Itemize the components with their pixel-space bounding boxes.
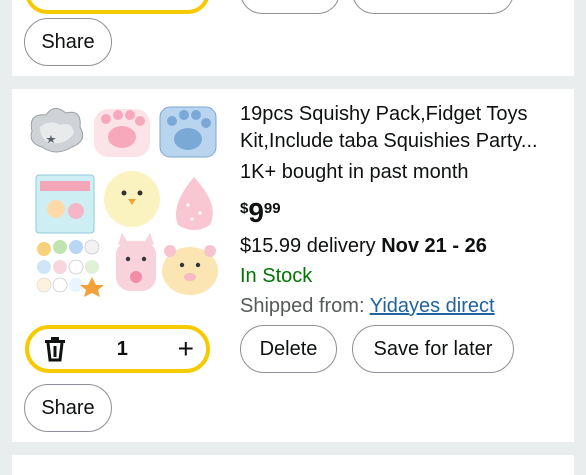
product-title-line-1: 19pcs Squishy Pack,Fidget Toys (240, 103, 528, 125)
share-button-item[interactable]: Share (24, 384, 112, 432)
delivery-info: $15.99 delivery Nov 21 - 26 (240, 235, 487, 258)
share-button-label: Share (41, 30, 95, 53)
cart-item: 19pcs Squishy Pack,Fidget Toys Kit,Inclu… (12, 89, 574, 442)
stock-status: In Stock (240, 265, 313, 287)
product-image[interactable] (24, 101, 224, 301)
price-currency-symbol: $ (240, 200, 249, 217)
previous-delete-button[interactable] (240, 0, 340, 14)
previous-cart-item: Share (12, 0, 574, 76)
save-for-later-label: Save for later (373, 337, 493, 360)
save-for-later-button[interactable]: Save for later (352, 325, 514, 373)
delete-button[interactable]: Delete (240, 325, 337, 373)
previous-quantity-stepper[interactable] (25, 0, 210, 14)
share-button-label: Share (41, 396, 95, 419)
product-title-line-2: Kit,Include taba Squishies Party... (240, 130, 538, 152)
quantity-stepper[interactable]: 1 + (25, 325, 210, 373)
trash-icon[interactable] (43, 336, 67, 362)
delivery-fee: $15.99 delivery (240, 235, 376, 257)
price-fraction: 99 (263, 200, 281, 217)
previous-save-for-later-button[interactable] (352, 0, 514, 14)
price-whole: 9 (248, 197, 264, 228)
price: $999 (240, 197, 281, 229)
quantity-value: 1 (116, 337, 128, 360)
shipped-from: Shipped from: Yidayes direct (240, 295, 495, 318)
bought-in-past-month: 1K+ bought in past month (240, 161, 469, 183)
seller-link[interactable]: Yidayes direct (370, 295, 495, 317)
plus-icon[interactable]: + (178, 335, 194, 363)
delivery-dates: Nov 21 - 26 (381, 235, 487, 257)
delete-button-label: Delete (259, 337, 318, 360)
share-button[interactable]: Share (24, 18, 112, 66)
shipped-from-label: Shipped from: (240, 295, 365, 317)
next-cart-item (12, 455, 574, 475)
product-title[interactable]: 19pcs Squishy Pack,Fidget Toys Kit,Inclu… (240, 101, 560, 155)
